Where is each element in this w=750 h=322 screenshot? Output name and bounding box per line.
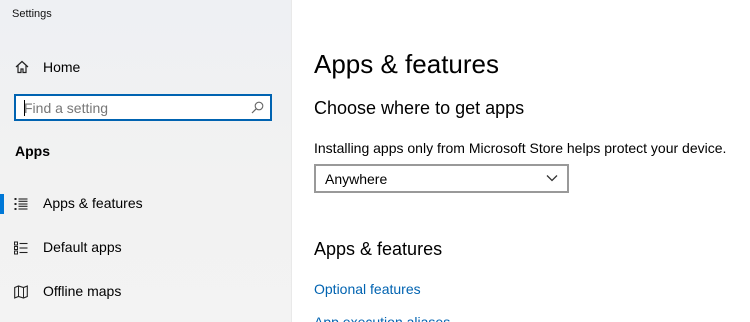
sidebar-item-label: Offline maps bbox=[43, 283, 122, 299]
nav-home-label: Home bbox=[43, 59, 81, 75]
settings-window: Settings Home Apps bbox=[0, 0, 750, 322]
install-description: Installing apps only from Microsoft Stor… bbox=[314, 140, 727, 156]
map-icon bbox=[14, 285, 28, 299]
window-title: Settings bbox=[12, 8, 52, 20]
default-apps-icon bbox=[14, 241, 28, 255]
sidebar-item-offline-maps[interactable]: Offline maps bbox=[0, 276, 291, 308]
app-source-dropdown[interactable]: Anywhere bbox=[314, 164, 569, 193]
sidebar-item-apps-features[interactable]: Apps & features bbox=[0, 188, 291, 220]
search-box[interactable] bbox=[14, 94, 272, 121]
apps-features-heading: Apps & features bbox=[314, 239, 443, 259]
optional-features-link[interactable]: Optional features bbox=[314, 281, 421, 297]
sidebar-item-label: Apps & features bbox=[43, 195, 143, 211]
dropdown-selected-value: Anywhere bbox=[325, 171, 388, 187]
home-icon bbox=[15, 60, 29, 74]
content-pane: Apps & features Choose where to get apps… bbox=[292, 0, 750, 322]
choose-where-heading: Choose where to get apps bbox=[314, 98, 525, 118]
search-icon[interactable] bbox=[251, 101, 264, 114]
page-title: Apps & features bbox=[314, 49, 499, 79]
navigation-pane: Settings Home Apps bbox=[0, 0, 292, 322]
nav-home[interactable]: Home bbox=[0, 53, 291, 81]
search-input[interactable] bbox=[24, 99, 244, 116]
sidebar-item-default-apps[interactable]: Default apps bbox=[0, 232, 291, 264]
app-execution-aliases-link[interactable]: App execution aliases bbox=[314, 314, 450, 322]
text-cursor bbox=[24, 100, 25, 116]
list-icon bbox=[14, 198, 28, 210]
chevron-down-icon bbox=[546, 175, 558, 182]
sidebar-item-label: Default apps bbox=[43, 239, 122, 255]
nav-section-label: Apps bbox=[15, 143, 50, 159]
